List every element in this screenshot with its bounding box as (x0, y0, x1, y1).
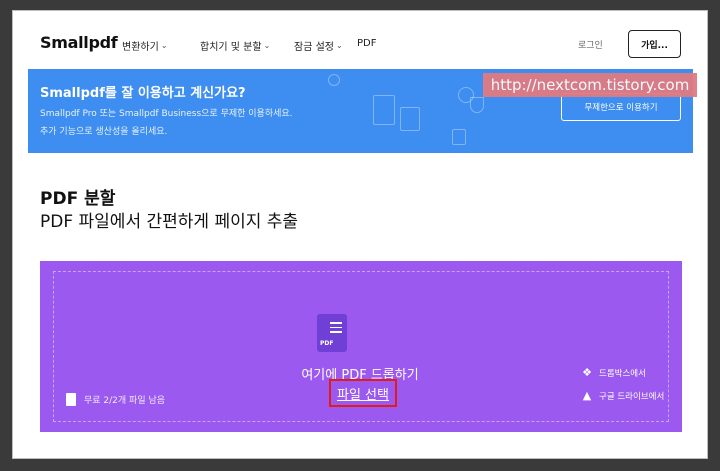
nav-convert[interactable]: 변환하기 ⌄ (122, 38, 168, 53)
choose-file-label: 파일 선택 (337, 387, 389, 403)
nav-lock[interactable]: 잠금 설정 ⌄ (294, 38, 343, 53)
pdf-file-icon: PDF (317, 314, 347, 352)
dropbox-icon: ❖ (582, 366, 592, 379)
signup-button[interactable]: 가입... (628, 30, 681, 58)
site-header: Smallpdf 변환하기 ⌄ 합치기 및 분할 ⌄ 잠금 설정 ⌄ PDF 로… (13, 11, 707, 69)
quota-text: 무료 2/2개 파일 남음 (84, 396, 166, 406)
pdf-lines (330, 322, 342, 336)
nav-lock-label: 잠금 설정 (294, 42, 334, 53)
dropbox-label: 드롭박스에서 (599, 368, 646, 379)
watermark: http://nextcom.tistory.com (483, 73, 697, 97)
chevron-down-icon: ⌄ (335, 41, 343, 50)
google-drive-icon: ▲ (582, 389, 592, 402)
refresh-icon (328, 74, 340, 86)
banner-title: Smallpdf를 잘 이용하고 계신가요? (40, 86, 246, 101)
login-link[interactable]: 로그인 (578, 38, 603, 51)
page-title: PDF 분할 (40, 189, 116, 209)
pdf-icon-label: PDF (320, 340, 334, 347)
document-icon (400, 107, 420, 131)
google-drive-label: 구글 드라이브에서 (599, 391, 665, 402)
document-icon (373, 95, 395, 125)
nav-pdf-label: PDF (357, 38, 377, 49)
chevron-down-icon: ⌄ (263, 41, 271, 50)
nav-merge-split[interactable]: 합치기 및 분할 ⌄ (200, 38, 270, 53)
free-quota: 무료 2/2개 파일 남음 (63, 393, 166, 408)
files-icon (63, 393, 76, 408)
page-subtitle: PDF 파일에서 간편하게 페이지 추출 (40, 212, 299, 232)
chevron-down-icon: ⌄ (160, 41, 168, 50)
nav-merge-split-label: 합치기 및 분할 (200, 42, 262, 53)
nav-convert-label: 변환하기 (122, 42, 159, 53)
smallpdf-logo[interactable]: Smallpdf (40, 33, 118, 52)
google-drive-button[interactable]: ▲ 구글 드라이브에서 (581, 389, 665, 402)
browser-page: Smallpdf 변환하기 ⌄ 합치기 및 분할 ⌄ 잠금 설정 ⌄ PDF 로… (12, 10, 708, 459)
nav-pdf[interactable]: PDF (357, 38, 376, 49)
banner-line-1: Smallpdf Pro 또는 Smallpdf Business으로 무제한 … (40, 109, 293, 119)
unlimited-button[interactable]: 무제한으로 이용하기 (561, 93, 681, 121)
shield-icon (470, 97, 484, 113)
document-icon (452, 129, 466, 145)
banner-line-2: 추가 기능으로 생산성을 올리세요. (40, 127, 168, 137)
dropbox-button[interactable]: ❖ 드롭박스에서 (581, 366, 646, 379)
choose-file-button[interactable]: 파일 선택 (329, 379, 397, 407)
